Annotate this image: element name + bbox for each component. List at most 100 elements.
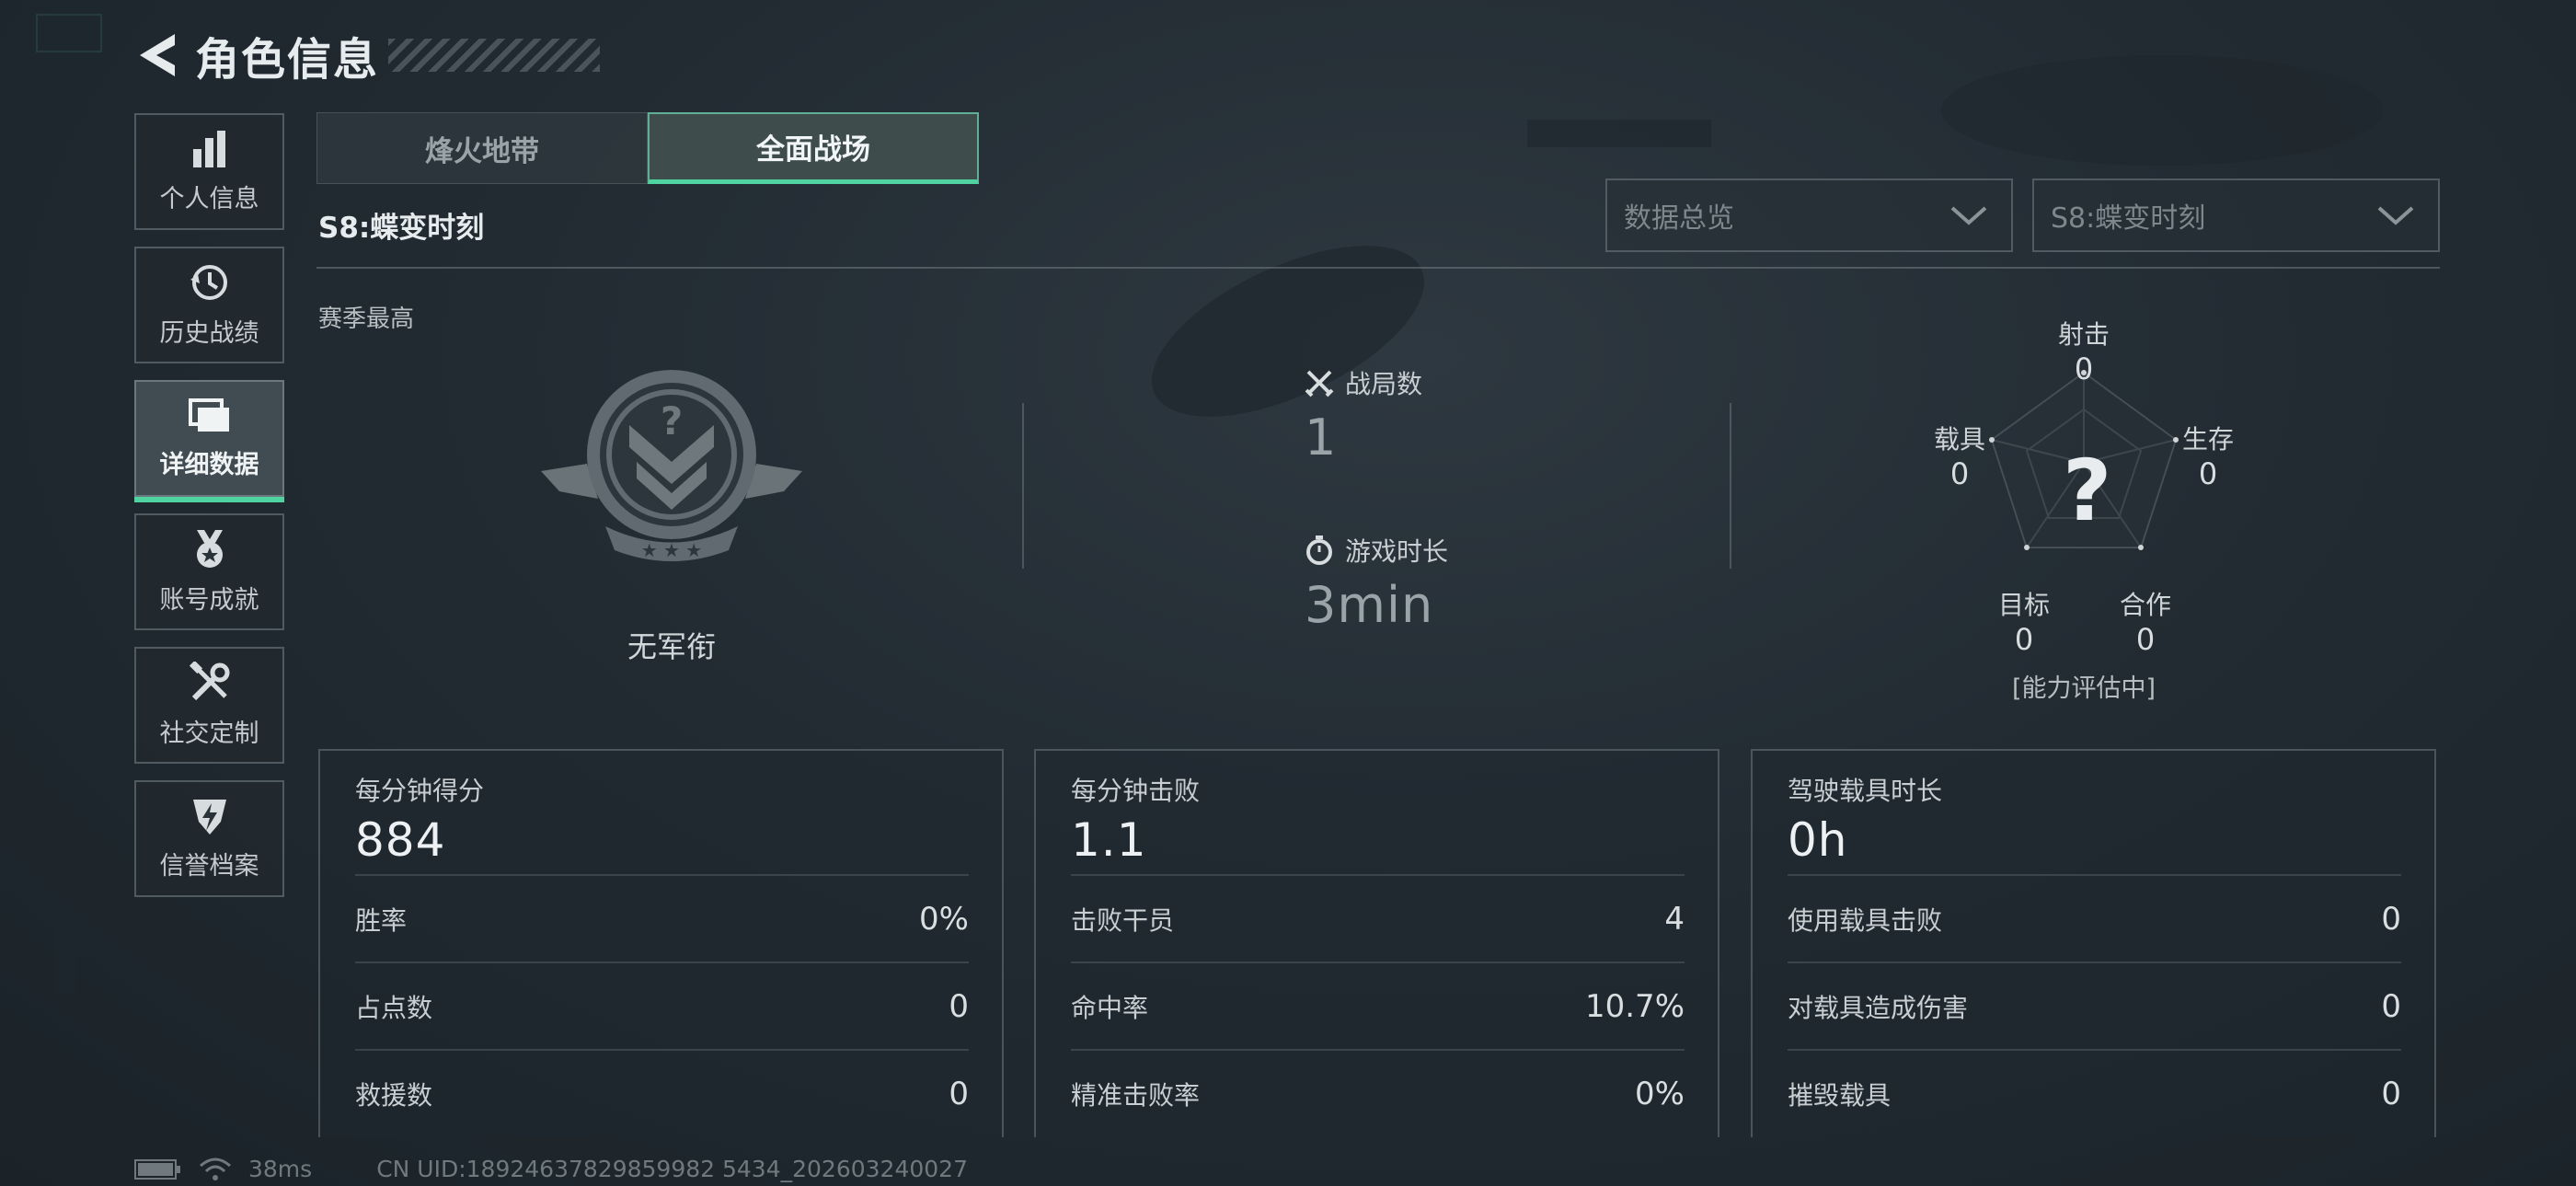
rank-name: 无军衔 bbox=[627, 629, 716, 664]
stat-row: 命中率 10.7% bbox=[1071, 961, 1685, 1049]
stat-row-value: 0 bbox=[2381, 900, 2401, 938]
sidebar-item-history[interactable]: 历史战绩 bbox=[134, 247, 284, 363]
radar-axis-label: 生存 bbox=[2181, 424, 2234, 455]
stat-row: 精准击败率 0% bbox=[1071, 1049, 1685, 1136]
panel-value: 1.1 bbox=[1071, 813, 1147, 867]
sidebar-item-detailed-data[interactable]: 详细数据 bbox=[134, 380, 284, 502]
season-title: S8:蝶变时刻 bbox=[318, 212, 485, 245]
section-divider bbox=[316, 267, 2440, 269]
stat-row-label: 救援数 bbox=[355, 1079, 433, 1111]
radar-axis-label: 目标 bbox=[1997, 590, 2050, 620]
ping-text: 38ms bbox=[248, 1156, 313, 1182]
season-dropdown-value: S8:蝶变时刻 bbox=[2051, 202, 2206, 235]
tools-icon bbox=[189, 662, 229, 701]
stat-row: 使用载具击败 0 bbox=[1788, 874, 2401, 961]
stat-row-label: 占点数 bbox=[355, 992, 433, 1023]
back-arrow-icon[interactable] bbox=[129, 28, 184, 83]
matches-label: 战局数 bbox=[1345, 369, 1423, 399]
stat-row-label: 摧毁载具 bbox=[1788, 1079, 1892, 1111]
stat-row-label: 使用载具击败 bbox=[1788, 904, 1943, 936]
playtime-value: 3min bbox=[1305, 576, 1434, 634]
title-decoration bbox=[388, 39, 601, 72]
sidebar-item-label: 历史战绩 bbox=[159, 319, 259, 348]
radar-axis-value: 0 bbox=[2074, 351, 2094, 386]
stat-row: 救援数 0 bbox=[355, 1049, 969, 1136]
stat-row: 摧毁载具 0 bbox=[1788, 1049, 2401, 1136]
view-dropdown-value: 数据总览 bbox=[1624, 202, 1734, 235]
vertical-divider bbox=[1730, 403, 1731, 569]
radar-axis-value: 0 bbox=[2198, 456, 2218, 491]
folder-data-icon bbox=[188, 398, 229, 432]
chevron-down-icon bbox=[1950, 206, 1987, 225]
panel-label: 每分钟得分 bbox=[355, 776, 485, 806]
vehicle-panel: 驾驶载具时长 0h 使用载具击败 0 对载具造成伤害 0 摧毁载具 0 bbox=[1751, 749, 2436, 1137]
stat-row-value: 0 bbox=[2381, 1075, 2401, 1112]
stat-row-value: 0 bbox=[949, 987, 969, 1025]
sidebar-item-label: 账号成就 bbox=[159, 586, 259, 615]
matches-stat: 战局数 1 bbox=[1305, 364, 1422, 466]
radar-axis-label: 合作 bbox=[2119, 590, 2171, 620]
stat-row-label: 击败干员 bbox=[1071, 904, 1175, 936]
tab-hazard-zone[interactable]: 烽火地带 bbox=[316, 112, 648, 184]
season-dropdown[interactable]: S8:蝶变时刻 bbox=[2032, 178, 2440, 252]
stat-row-value: 0 bbox=[949, 1075, 969, 1112]
tab-all-out-war[interactable]: 全面战场 bbox=[648, 112, 979, 184]
uid-text: CN UID:18924637829859982 5434_2026032400… bbox=[376, 1156, 968, 1182]
chevron-down-icon bbox=[2377, 206, 2414, 225]
score-panel: 每分钟得分 884 胜率 0% 占点数 0 救援数 0 bbox=[318, 749, 1004, 1137]
playtime-stat: 游戏时长 3min bbox=[1305, 532, 1448, 634]
crossed-swords-icon bbox=[1305, 370, 1334, 397]
stat-row: 占点数 0 bbox=[355, 961, 969, 1049]
matches-value: 1 bbox=[1305, 409, 1338, 466]
rank-emblem-icon: ? ★ ★ ★ bbox=[541, 370, 802, 561]
sidebar-item-label: 信誉档案 bbox=[159, 852, 259, 881]
stat-row: 击败干员 4 bbox=[1071, 874, 1685, 961]
page-header: 角色信息 bbox=[129, 20, 601, 90]
stat-row-label: 胜率 bbox=[355, 904, 408, 936]
sidebar-item-label: 社交定制 bbox=[159, 720, 259, 748]
radar-axis-value: 0 bbox=[1949, 456, 1970, 491]
sidebar-item-social[interactable]: 社交定制 bbox=[134, 647, 284, 764]
stat-row-value: 4 bbox=[1664, 900, 1685, 938]
stat-row-label: 对载具造成伤害 bbox=[1788, 992, 1969, 1023]
stat-row-label: 命中率 bbox=[1071, 992, 1149, 1023]
panel-label: 驾驶载具时长 bbox=[1788, 776, 1943, 806]
radar-axis-label: 载具 bbox=[1933, 424, 1985, 455]
playtime-label: 游戏时长 bbox=[1345, 536, 1449, 567]
radar-axis-value: 0 bbox=[2135, 622, 2156, 657]
stat-row-value: 10.7% bbox=[1584, 987, 1685, 1025]
sidebar-item-personal-info[interactable]: 个人信息 bbox=[134, 113, 284, 230]
svg-text:★ ★ ★: ★ ★ ★ bbox=[641, 539, 703, 561]
svg-text:?: ? bbox=[661, 398, 683, 443]
radar-center-mark: ? bbox=[2063, 442, 2112, 540]
page-title: 角色信息 bbox=[195, 34, 380, 86]
stopwatch-icon bbox=[1306, 535, 1332, 565]
wifi-icon bbox=[200, 1157, 231, 1180]
sidebar: 个人信息 历史战绩 详细数据 账号成就 社交定制 信誉档案 bbox=[134, 113, 284, 914]
panel-value: 0h bbox=[1788, 813, 1848, 867]
stat-row: 胜率 0% bbox=[355, 874, 969, 961]
panel-value: 884 bbox=[355, 813, 446, 867]
sidebar-item-label: 详细数据 bbox=[159, 451, 259, 479]
bar-chart-icon bbox=[192, 131, 225, 167]
mode-tabs: 烽火地带 全面战场 bbox=[316, 112, 979, 184]
sidebar-item-label: 个人信息 bbox=[159, 185, 259, 213]
radar-axis-label: 射击 bbox=[2057, 319, 2110, 350]
history-clock-icon bbox=[190, 265, 227, 300]
view-dropdown[interactable]: 数据总览 bbox=[1605, 178, 2013, 252]
season-best-label: 赛季最高 bbox=[318, 305, 415, 333]
stat-row-value: 0 bbox=[2381, 987, 2401, 1025]
battery-icon bbox=[134, 1158, 180, 1180]
panel-label: 每分钟击败 bbox=[1071, 776, 1201, 806]
stat-row: 对载具造成伤害 0 bbox=[1788, 961, 2401, 1049]
kills-panel: 每分钟击败 1.1 击败干员 4 命中率 10.7% 精准击败率 0% bbox=[1034, 749, 1719, 1137]
sidebar-item-achievements[interactable]: 账号成就 bbox=[134, 513, 284, 630]
radar-caption: [能力评估中] bbox=[2011, 674, 2156, 703]
stat-row-value: 0% bbox=[1635, 1075, 1685, 1112]
stat-row-value: 0% bbox=[919, 900, 969, 938]
stat-row-label: 精准击败率 bbox=[1071, 1079, 1201, 1111]
sidebar-item-reputation[interactable]: 信誉档案 bbox=[134, 780, 284, 897]
medal-icon bbox=[196, 530, 223, 568]
shield-lightning-icon bbox=[192, 800, 226, 835]
vertical-divider bbox=[1022, 403, 1024, 569]
